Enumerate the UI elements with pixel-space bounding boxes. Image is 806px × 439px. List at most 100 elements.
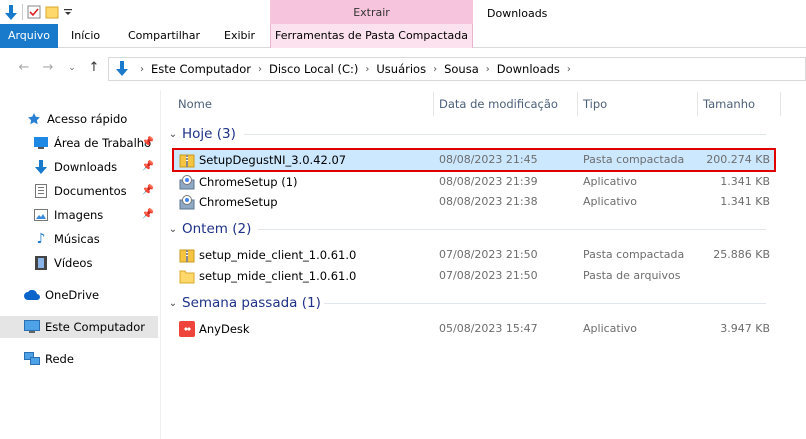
breadcrumb-item[interactable]: Usuários <box>372 62 430 76</box>
new-folder-icon[interactable] <box>45 5 59 19</box>
column-divider[interactable] <box>577 92 578 116</box>
chevron-right-icon[interactable]: › <box>430 64 440 75</box>
sidebar-item-label: Acesso rápido <box>47 112 128 126</box>
customize-toolbar-icon[interactable] <box>63 5 77 19</box>
sidebar-item-rede[interactable]: Rede <box>0 348 158 370</box>
sidebar-item-label: Este Computador <box>45 320 145 334</box>
tab-arquivo[interactable]: Arquivo <box>0 24 58 48</box>
sidebar-item-area-de-trabalho[interactable]: Área de Trabalho 📌 <box>0 132 158 154</box>
file-type: Aplicativo <box>583 322 638 335</box>
file-row-anydesk[interactable]: AnyDesk 05/08/2023 15:47 Aplicativo 3.94… <box>174 319 774 339</box>
sidebar-item-acesso-rapido[interactable]: Acesso rápido <box>0 108 158 130</box>
up-arrow-icon[interactable]: ↑ <box>86 60 102 76</box>
breadcrumb: › Este Computador › Disco Local (C:) › U… <box>137 58 574 80</box>
sidebar-item-downloads[interactable]: Downloads 📌 <box>0 156 158 178</box>
installer-icon <box>179 174 195 190</box>
forward-arrow-icon[interactable]: → <box>40 60 56 76</box>
tab-exibir[interactable]: Exibir <box>216 24 263 48</box>
anydesk-icon <box>179 321 195 337</box>
group-divider <box>258 229 766 230</box>
sidebar-item-documentos[interactable]: Documentos 📌 <box>0 180 158 202</box>
file-date: 07/08/2023 21:50 <box>439 248 538 261</box>
sidebar-item-videos[interactable]: Vídeos <box>0 252 158 274</box>
chevron-right-icon[interactable]: › <box>362 64 372 75</box>
zip-folder-icon <box>179 247 195 263</box>
address-bar[interactable]: › Este Computador › Disco Local (C:) › U… <box>108 57 806 81</box>
column-header-data[interactable]: Data de modificação <box>439 92 558 116</box>
back-arrow-icon[interactable]: ← <box>16 60 32 76</box>
pane-divider[interactable] <box>160 90 161 439</box>
ribbon-tabs: Arquivo Início Compartilhar Exibir Ferra… <box>0 24 806 48</box>
column-header-tamanho[interactable]: Tamanho <box>703 92 755 116</box>
chevron-down-icon[interactable]: ⌄ <box>166 298 180 309</box>
breadcrumb-item[interactable]: Este Computador <box>147 62 255 76</box>
breadcrumb-item[interactable]: Sousa <box>440 62 483 76</box>
file-size: 1.341 KB <box>720 195 770 208</box>
properties-icon[interactable] <box>27 5 41 19</box>
pin-icon[interactable]: 📌 <box>142 185 154 196</box>
file-type: Pasta compactada <box>583 153 685 166</box>
file-date: 08/08/2023 21:45 <box>439 153 538 166</box>
file-date: 07/08/2023 21:50 <box>439 269 538 282</box>
computer-icon <box>24 319 40 335</box>
file-name: AnyDesk <box>199 322 250 336</box>
sidebar-item-este-computador[interactable]: Este Computador <box>0 316 158 338</box>
file-row-setup-mide-folder[interactable]: setup_mide_client_1.0.61.0 07/08/2023 21… <box>174 266 774 286</box>
recent-locations-icon[interactable]: ⌄ <box>64 60 80 76</box>
tab-ferramentas-pasta-compactada[interactable]: Ferramentas de Pasta Compactada <box>270 24 473 48</box>
chevron-right-icon[interactable]: › <box>564 64 574 75</box>
document-icon <box>33 183 49 199</box>
breadcrumb-item[interactable]: Downloads <box>493 62 564 76</box>
column-divider[interactable] <box>433 92 434 116</box>
tab-compartilhar[interactable]: Compartilhar <box>120 24 208 48</box>
star-icon <box>26 111 42 127</box>
download-arrow-icon[interactable] <box>4 5 18 20</box>
music-note-icon: ♪ <box>36 231 46 247</box>
column-header-nome[interactable]: Nome <box>178 92 212 116</box>
file-row-setupdegustni[interactable]: SetupDegustNI_3.0.42.07 08/08/2023 21:45… <box>172 148 776 172</box>
file-size: 25.886 KB <box>713 248 770 261</box>
group-header-semana-passada[interactable]: ⌄ Semana passada (1) <box>166 293 766 313</box>
chevron-down-icon[interactable]: ⌄ <box>166 129 180 140</box>
file-size: 1.341 KB <box>720 175 770 188</box>
sidebar-item-musicas[interactable]: ♪ Músicas <box>0 228 158 250</box>
group-divider <box>324 303 766 304</box>
group-label: Hoje (3) <box>182 126 236 142</box>
file-type: Aplicativo <box>583 195 638 208</box>
pin-icon[interactable]: 📌 <box>142 161 154 172</box>
sidebar-item-label: Rede <box>45 352 74 366</box>
breadcrumb-item[interactable]: Disco Local (C:) <box>265 62 362 76</box>
cloud-icon <box>24 287 40 303</box>
column-divider[interactable] <box>697 92 698 116</box>
file-row-chromesetup-1[interactable]: ChromeSetup (1) 08/08/2023 21:39 Aplicat… <box>174 172 774 192</box>
pin-icon[interactable]: 📌 <box>142 209 154 220</box>
file-row-setup-mide-zip[interactable]: setup_mide_client_1.0.61.0 07/08/2023 21… <box>174 245 774 265</box>
quick-access-toolbar <box>0 0 77 24</box>
column-divider[interactable] <box>780 92 781 116</box>
group-label: Semana passada (1) <box>182 295 321 311</box>
group-header-hoje[interactable]: ⌄ Hoje (3) <box>166 124 766 144</box>
download-location-icon <box>115 61 129 80</box>
download-arrow-icon <box>33 159 49 175</box>
installer-icon <box>179 194 195 210</box>
desktop-icon <box>33 135 49 151</box>
sidebar-item-label: Área de Trabalho <box>54 136 152 150</box>
file-name: setup_mide_client_1.0.61.0 <box>199 269 357 283</box>
pin-icon[interactable]: 📌 <box>142 137 154 148</box>
window-title: Downloads <box>487 7 548 20</box>
tab-inicio[interactable]: Início <box>63 24 108 48</box>
chevron-right-icon[interactable]: › <box>255 64 265 75</box>
group-divider <box>244 134 766 135</box>
chevron-right-icon[interactable]: › <box>137 64 147 75</box>
group-header-ontem[interactable]: ⌄ Ontem (2) <box>166 219 766 239</box>
chevron-down-icon[interactable]: ⌄ <box>166 224 180 235</box>
sidebar-item-label: Vídeos <box>54 256 93 270</box>
sidebar-item-onedrive[interactable]: OneDrive <box>0 284 158 306</box>
column-header-tipo[interactable]: Tipo <box>583 92 607 116</box>
file-date: 05/08/2023 15:47 <box>439 322 538 335</box>
sidebar-item-label: Músicas <box>54 232 100 246</box>
file-row-chromesetup[interactable]: ChromeSetup 08/08/2023 21:38 Aplicativo … <box>174 192 774 212</box>
sidebar-item-imagens[interactable]: Imagens 📌 <box>0 204 158 226</box>
chevron-right-icon[interactable]: › <box>483 64 493 75</box>
context-tab-header: Extrair <box>270 0 473 24</box>
